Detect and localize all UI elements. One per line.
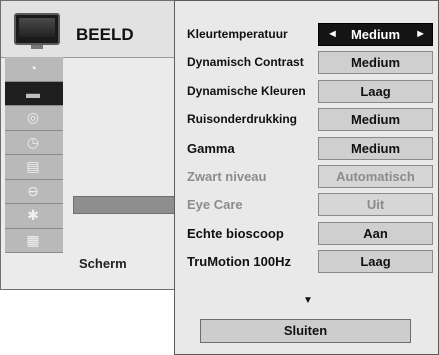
tv-screen-icon: ▬ — [26, 84, 40, 101]
setting-label: Gamma — [187, 140, 235, 156]
beeld-panel: BEELD ◔ ▬ ◎ ◷ ▤ ⊖ ✱ ▦ Scherm — [0, 0, 183, 290]
setting-row[interactable]: Dynamisch Contrast Medium — [175, 49, 438, 77]
category-item-5[interactable]: ⊖ — [5, 179, 63, 204]
setting-value: Automatisch — [336, 169, 415, 184]
setting-value-selector[interactable]: ◄ Medium ► — [318, 23, 433, 46]
category-item-2[interactable]: ◎ — [5, 106, 63, 131]
setting-value: Medium — [350, 27, 401, 42]
setting-value: Aan — [363, 225, 388, 241]
setting-row[interactable]: Gamma Medium — [175, 135, 438, 163]
category-item-4[interactable]: ▤ — [5, 155, 63, 180]
category-icon-column: ◔ ▬ ◎ ◷ ▤ ⊖ ✱ ▦ — [5, 57, 65, 253]
setting-value: Laag — [360, 254, 391, 270]
category-item-7[interactable]: ▦ — [5, 228, 63, 253]
setting-row[interactable]: Dynamische Kleuren Laag — [175, 78, 438, 106]
setting-row[interactable]: Kleurtemperatuur ◄ Medium ► — [175, 21, 438, 49]
setting-row[interactable]: Zwart niveau Automatisch — [175, 163, 438, 191]
setting-value: Medium — [350, 112, 401, 128]
panel-header: BEELD — [1, 1, 182, 58]
setting-value-selector[interactable]: Aan — [318, 221, 433, 245]
movie-clapper-icon: ▦ — [26, 231, 40, 248]
panel-label-scherm: Scherm — [79, 256, 127, 271]
clock-icon: ◷ — [26, 133, 40, 150]
tv-icon — [14, 13, 60, 49]
category-item-1[interactable]: ▬ — [5, 81, 63, 106]
setting-value-selector[interactable]: Medium — [318, 51, 433, 75]
setting-value-selector[interactable]: Laag — [318, 79, 433, 103]
arrow-right-icon[interactable]: ► — [415, 24, 426, 45]
setting-label: TruMotion 100Hz — [187, 254, 292, 270]
category-item-0[interactable]: ◔ — [5, 57, 63, 82]
setting-value-selector: Automatisch — [318, 165, 433, 188]
setting-label: Ruisonderdrukking — [187, 112, 298, 127]
setting-value-selector[interactable]: Medium — [318, 136, 433, 160]
setting-value: Laag — [360, 83, 391, 99]
setting-label: Dynamische Kleuren — [187, 83, 306, 98]
lock-icon: ⊖ — [27, 182, 39, 199]
scroll-down-indicator-icon[interactable]: ▼ — [303, 295, 313, 306]
setting-row[interactable]: Ruisonderdrukking Medium — [175, 106, 438, 134]
setting-value: Medium — [350, 140, 401, 156]
category-item-6[interactable]: ✱ — [5, 204, 63, 229]
setting-value-selector[interactable]: Laag — [318, 250, 433, 274]
submenu-highlight-bar — [73, 196, 181, 214]
audio-disc-icon: ◎ — [26, 109, 40, 125]
close-button[interactable]: Sluiten — [200, 319, 411, 343]
bluetooth-icon: ✱ — [27, 207, 39, 223]
setting-label: Echte bioscoop — [187, 225, 284, 241]
calendar-icon: ▤ — [26, 158, 40, 174]
setting-label: Dynamisch Contrast — [187, 55, 304, 70]
setting-value-selector: Uit — [318, 193, 433, 217]
setting-value-selector[interactable]: Medium — [318, 108, 433, 132]
setting-row[interactable]: TruMotion 100Hz Laag — [175, 248, 438, 276]
setting-value: Medium — [350, 55, 401, 71]
category-item-3[interactable]: ◷ — [5, 130, 63, 155]
setting-row[interactable]: Echte bioscoop Aan — [175, 220, 438, 248]
setting-label: Kleurtemperatuur — [187, 27, 288, 41]
panel-title: BEELD — [76, 25, 134, 44]
setting-label: Zwart niveau — [187, 169, 267, 184]
arrow-left-icon[interactable]: ◄ — [327, 24, 338, 45]
setting-value: Uit — [366, 197, 385, 213]
setting-row[interactable]: Eye Care Uit — [175, 191, 438, 219]
setting-label: Eye Care — [187, 197, 243, 213]
satellite-dish-icon: ◔ — [28, 60, 38, 76]
